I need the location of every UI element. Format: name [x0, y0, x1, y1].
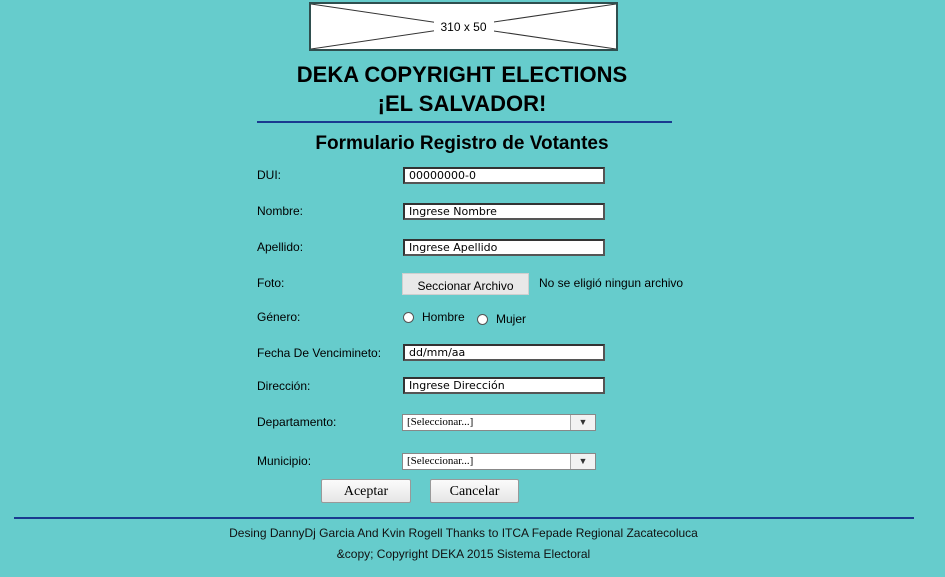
gender-radio-mujer[interactable]: [477, 314, 488, 325]
dui-field[interactable]: 00000000-0: [403, 167, 605, 184]
site-subtitle: ¡EL SALVADOR!: [377, 91, 547, 116]
file-status-text: No se eligió ningun archivo: [539, 276, 684, 290]
dui-label: DUI:: [257, 168, 281, 182]
choose-file-button[interactable]: Seccionar Archivo: [402, 273, 529, 295]
municipio-select[interactable]: [Seleccionar...] ▼: [402, 453, 596, 470]
fecha-label: Fecha De Vencimineto:: [257, 346, 382, 360]
genero-label: Género:: [257, 310, 301, 324]
cancel-button[interactable]: Cancelar: [430, 479, 519, 503]
header-image-placeholder: 310 x 50: [309, 2, 618, 51]
chevron-down-icon[interactable]: ▼: [570, 415, 595, 430]
chevron-down-icon[interactable]: ▼: [570, 454, 595, 469]
gender-radio-hombre[interactable]: [403, 312, 414, 323]
accept-button[interactable]: Aceptar: [321, 479, 411, 503]
municipio-label: Municipio:: [257, 454, 312, 468]
footer-credits: Desing DannyDj Garcia And Kvin Rogell Th…: [229, 526, 698, 540]
apellido-field[interactable]: Ingrese Apellido: [403, 239, 605, 256]
form-title: Formulario Registro de Votantes: [315, 133, 609, 154]
direccion-field[interactable]: Ingrese Dirección: [403, 377, 605, 394]
nombre-field[interactable]: Ingrese Nombre: [403, 203, 605, 220]
header-divider: [257, 121, 672, 123]
fecha-field[interactable]: dd/mm/aa: [403, 344, 605, 361]
gender-label-mujer: Mujer: [496, 312, 527, 326]
departamento-selected: [Seleccionar...]: [407, 416, 474, 428]
departamento-select[interactable]: [Seleccionar...] ▼: [402, 414, 596, 431]
foto-label: Foto:: [257, 276, 285, 290]
direccion-label: Dirección:: [257, 379, 311, 393]
nombre-label: Nombre:: [257, 204, 304, 218]
municipio-selected: [Seleccionar...]: [407, 455, 474, 467]
placeholder-label: 310 x 50: [433, 20, 494, 34]
gender-label-hombre: Hombre: [422, 310, 465, 324]
departamento-label: Departamento:: [257, 415, 337, 429]
apellido-label: Apellido:: [257, 240, 304, 254]
footer-copyright: &copy; Copyright DEKA 2015 Sistema Elect…: [336, 547, 591, 561]
footer-divider: [14, 517, 914, 519]
site-title: DEKA COPYRIGHT ELECTIONS: [296, 62, 628, 87]
